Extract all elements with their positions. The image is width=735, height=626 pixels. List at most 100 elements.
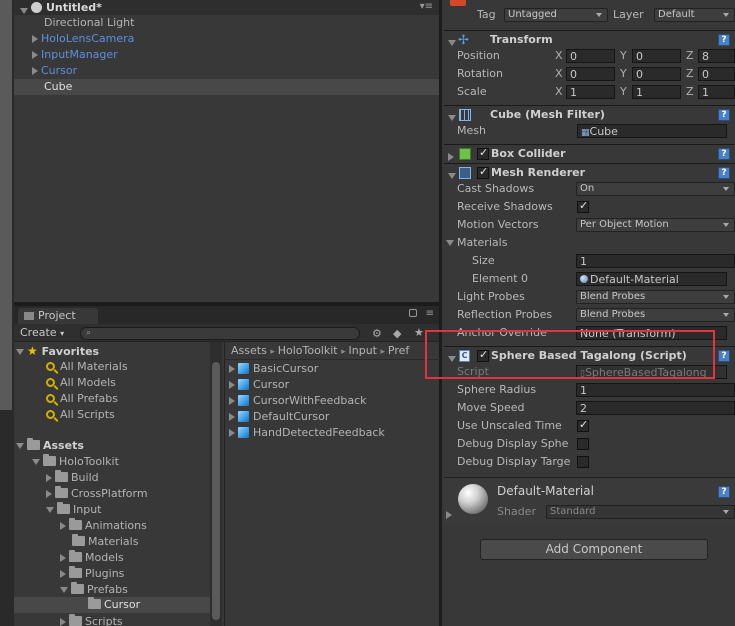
expand-arrow-icon[interactable] [32,35,38,43]
move-speed-field[interactable]: 2 [576,401,735,415]
hierarchy-item-holoLens-camera[interactable]: HoloLensCamera [32,31,134,47]
light-probes-dropdown[interactable]: Blend Probes [576,290,735,304]
mesh-renderer-enabled-checkbox[interactable] [477,165,489,179]
scale-x-field[interactable]: 1 [566,85,615,99]
mesh-filter-header[interactable]: Cube (Mesh Filter) ? [444,105,735,123]
folder-tree-scrollbar[interactable] [210,342,222,626]
shader-dropdown[interactable]: Standard [546,505,735,519]
expand-arrow-icon[interactable] [16,349,24,355]
rotation-y-field[interactable]: 0 [632,67,681,81]
help-icon[interactable]: ? [718,167,730,179]
scale-z-field[interactable]: 1 [698,85,735,99]
scene-expand-arrow[interactable] [20,4,31,17]
project-search-input[interactable]: ⌕ [80,327,360,340]
help-icon[interactable]: ? [718,148,730,160]
folder-models[interactable]: Models [60,550,124,566]
folder-build[interactable]: Build [46,470,99,486]
expand-arrow-icon[interactable] [229,381,235,389]
mesh-object-field[interactable]: ▦Cube [577,124,727,138]
expand-arrow-icon[interactable] [46,490,52,498]
file-default-cursor[interactable]: DefaultCursor [229,409,329,425]
assets-root[interactable]: Assets [16,438,84,454]
debug-display-target-checkbox[interactable] [577,456,589,468]
file-basic-cursor[interactable]: BasicCursor [229,361,318,377]
rotation-x-field[interactable]: 0 [566,67,615,81]
element0-object-field[interactable]: Default-Material [576,272,727,286]
breadcrumb-prefabs[interactable]: Pref [388,344,409,357]
hierarchy-scene-header[interactable]: Untitled* ▾≡ [14,0,439,15]
help-icon[interactable]: ? [718,34,730,46]
folder-scripts[interactable]: Scripts [60,614,123,626]
debug-display-sphere-checkbox[interactable] [577,438,589,450]
sphere-radius-field[interactable]: 1 [576,383,735,397]
expand-arrow-icon[interactable] [16,443,24,449]
expand-arrow-icon[interactable] [229,397,235,405]
expand-arrow-icon[interactable] [229,413,235,421]
create-dropdown[interactable]: Create ▾ [20,326,64,340]
position-x-field[interactable]: 0 [566,49,615,63]
position-y-field[interactable]: 0 [632,49,681,63]
help-icon[interactable]: ? [718,350,730,362]
folder-holotoolkit[interactable]: HoloToolkit [32,454,119,470]
expand-arrow-icon[interactable] [46,507,54,513]
foldout-arrow-icon[interactable] [446,240,454,246]
breadcrumb-input[interactable]: Input [349,344,377,357]
breadcrumb-assets[interactable]: Assets [231,344,267,357]
file-hand-detected-feedback[interactable]: HandDetectedFeedback [229,425,385,441]
position-z-field[interactable]: 8 [698,49,735,63]
help-icon[interactable]: ? [718,109,730,121]
expand-arrow-icon[interactable] [60,570,66,578]
scene-menu-icon[interactable]: ▾≡ [420,1,433,12]
favorite-all-prefabs[interactable]: All Prefabs [46,391,118,407]
rotation-z-field[interactable]: 0 [698,67,735,81]
expand-arrow-icon[interactable] [229,365,235,373]
lock-icon[interactable] [409,309,417,317]
panel-menu-icon[interactable]: ≡ [426,308,434,319]
expand-arrow-icon[interactable] [32,51,38,59]
file-cursor[interactable]: Cursor [229,377,289,393]
foldout-arrow-icon[interactable] [448,150,457,163]
expand-arrow-icon[interactable] [46,474,52,482]
help-icon[interactable]: ? [718,486,730,498]
box-collider-header[interactable]: Box Collider ? [444,144,735,162]
favorites-header[interactable]: ★ Favorites [16,343,99,359]
folder-cursor-selected[interactable]: Cursor [14,597,210,613]
hierarchy-item-cube-selected[interactable]: Cube [14,79,439,95]
receive-shadows-checkbox[interactable] [577,199,589,213]
use-unscaled-time-checkbox[interactable] [577,418,589,432]
materials-foldout[interactable]: Materials [446,235,507,251]
folder-materials[interactable]: Materials [72,534,138,550]
folder-input[interactable]: Input [46,502,101,518]
breadcrumb-holotoolkit[interactable]: HoloToolkit [278,344,338,357]
file-cursor-with-feedback[interactable]: CursorWithFeedback [229,393,367,409]
expand-arrow-icon[interactable] [229,429,235,437]
expand-arrow-icon[interactable] [32,67,38,75]
hierarchy-item-cursor[interactable]: Cursor [32,63,77,79]
favorite-all-scripts[interactable]: All Scripts [46,407,115,423]
motion-vectors-dropdown[interactable]: Per Object Motion [576,218,735,232]
layer-dropdown[interactable]: Default [654,8,735,22]
favorite-all-materials[interactable]: All Materials [46,359,128,375]
expand-arrow-icon[interactable] [60,554,66,562]
cast-shadows-dropdown[interactable]: On [576,182,735,196]
material-foldout-arrow-icon[interactable] [446,508,455,521]
expand-arrow-icon[interactable] [60,587,68,593]
folder-animations[interactable]: Animations [60,518,147,534]
expand-arrow-icon[interactable] [60,618,66,626]
hierarchy-item-directional-light[interactable]: Directional Light [44,15,134,31]
tag-dropdown[interactable]: Untagged [504,8,608,22]
favorite-star-icon[interactable]: ★ [414,326,424,339]
filter-by-label-icon[interactable]: ◆ [393,327,401,340]
expand-arrow-icon[interactable] [32,459,40,465]
mesh-renderer-header[interactable]: Mesh Renderer ? [444,163,735,181]
scrollbar-thumb[interactable] [212,362,220,620]
favorite-all-models[interactable]: All Models [46,375,116,391]
materials-size-field[interactable]: 1 [576,254,735,268]
filter-by-type-icon[interactable]: ⚙ [372,327,382,340]
reflection-probes-dropdown[interactable]: Blend Probes [576,308,735,322]
scale-y-field[interactable]: 1 [632,85,681,99]
add-component-button[interactable]: Add Component [480,539,708,560]
hierarchy-item-input-manager[interactable]: InputManager [32,47,118,63]
folder-plugins[interactable]: Plugins [60,566,124,582]
expand-arrow-icon[interactable] [60,522,66,530]
